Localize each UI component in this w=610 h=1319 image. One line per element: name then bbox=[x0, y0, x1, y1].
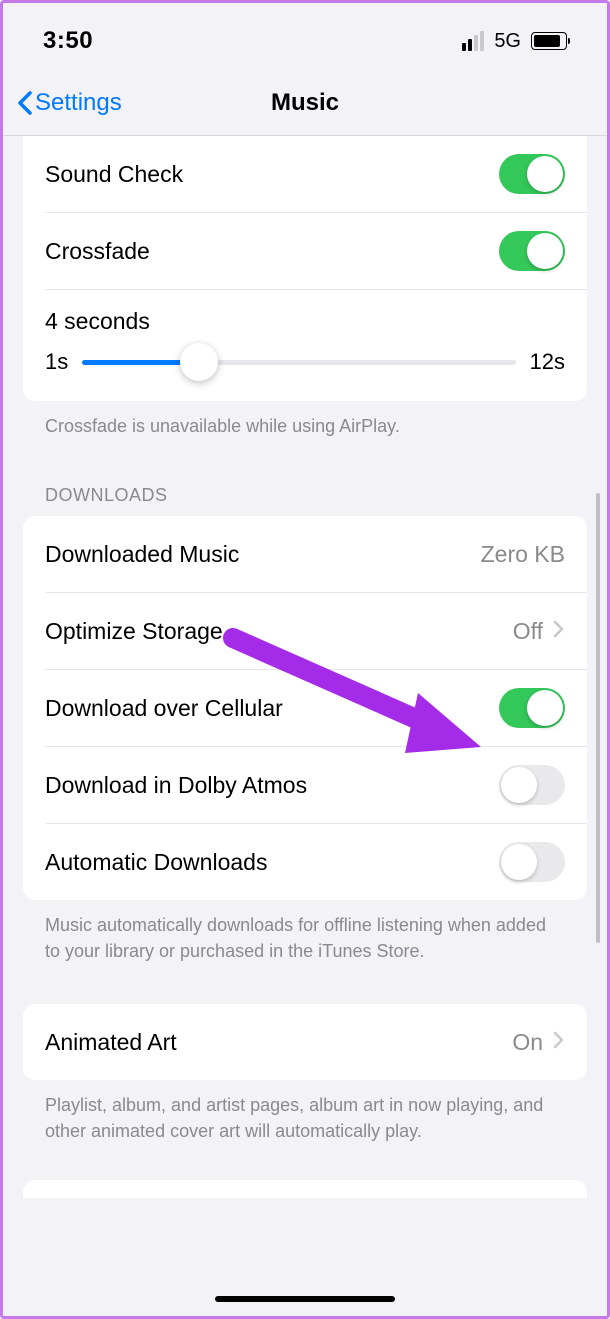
art-footer: Playlist, album, and artist pages, album… bbox=[23, 1080, 587, 1144]
art-group: Animated Art On bbox=[23, 1004, 587, 1080]
crossfade-footer: Crossfade is unavailable while using Air… bbox=[23, 401, 587, 439]
crossfade-slider-row: 4 seconds 1s 12s bbox=[23, 290, 587, 401]
page-title: Music bbox=[271, 89, 339, 117]
downloaded-music-row[interactable]: Downloaded Music Zero KB bbox=[23, 516, 587, 592]
scroll-indicator[interactable] bbox=[596, 493, 600, 943]
home-indicator[interactable] bbox=[215, 1296, 395, 1302]
crossfade-label: Crossfade bbox=[45, 238, 150, 265]
crossfade-toggle[interactable] bbox=[499, 231, 565, 271]
downloads-group: Downloaded Music Zero KB Optimize Storag… bbox=[23, 516, 587, 900]
chevron-right-icon bbox=[553, 1031, 565, 1054]
status-right: 5G bbox=[462, 30, 567, 53]
back-button[interactable]: Settings bbox=[15, 89, 122, 117]
download-cellular-label: Download over Cellular bbox=[45, 695, 283, 722]
downloads-header: DOWNLOADS bbox=[23, 439, 587, 516]
crossfade-slider[interactable] bbox=[82, 360, 515, 365]
optimize-storage-row[interactable]: Optimize Storage Off bbox=[23, 593, 587, 669]
download-cellular-row[interactable]: Download over Cellular bbox=[23, 670, 587, 746]
animated-art-row[interactable]: Animated Art On bbox=[23, 1004, 587, 1080]
status-time: 3:50 bbox=[43, 27, 93, 55]
crossfade-value-label: 4 seconds bbox=[45, 308, 565, 335]
sound-check-toggle[interactable] bbox=[499, 154, 565, 194]
network-label: 5G bbox=[494, 30, 521, 53]
download-dolby-label: Download in Dolby Atmos bbox=[45, 772, 307, 799]
animated-art-label: Animated Art bbox=[45, 1029, 177, 1056]
next-group-peek bbox=[23, 1180, 587, 1198]
animated-art-value: On bbox=[512, 1029, 543, 1056]
nav-header: Settings Music bbox=[3, 65, 607, 136]
sound-check-row[interactable]: Sound Check bbox=[23, 136, 587, 212]
optimize-storage-label: Optimize Storage bbox=[45, 618, 223, 645]
battery-icon bbox=[531, 32, 567, 50]
downloaded-music-value: Zero KB bbox=[481, 541, 565, 568]
automatic-downloads-label: Automatic Downloads bbox=[45, 849, 267, 876]
status-bar: 3:50 5G bbox=[3, 3, 607, 65]
slider-min-label: 1s bbox=[45, 349, 68, 375]
signal-icon bbox=[462, 31, 484, 51]
optimize-storage-value: Off bbox=[513, 618, 543, 645]
automatic-downloads-toggle[interactable] bbox=[499, 842, 565, 882]
chevron-right-icon bbox=[553, 620, 565, 643]
download-dolby-row[interactable]: Download in Dolby Atmos bbox=[23, 747, 587, 823]
chevron-left-icon bbox=[15, 89, 35, 117]
playback-group: Sound Check Crossfade 4 seconds 1s 12s bbox=[23, 136, 587, 401]
slider-thumb[interactable] bbox=[180, 343, 218, 381]
crossfade-row[interactable]: Crossfade bbox=[23, 213, 587, 289]
download-cellular-toggle[interactable] bbox=[499, 688, 565, 728]
slider-max-label: 12s bbox=[530, 349, 565, 375]
download-dolby-toggle[interactable] bbox=[499, 765, 565, 805]
automatic-downloads-row[interactable]: Automatic Downloads bbox=[23, 824, 587, 900]
downloaded-music-label: Downloaded Music bbox=[45, 541, 239, 568]
back-label: Settings bbox=[35, 89, 122, 117]
downloads-footer: Music automatically downloads for offlin… bbox=[23, 900, 587, 964]
sound-check-label: Sound Check bbox=[45, 161, 183, 188]
